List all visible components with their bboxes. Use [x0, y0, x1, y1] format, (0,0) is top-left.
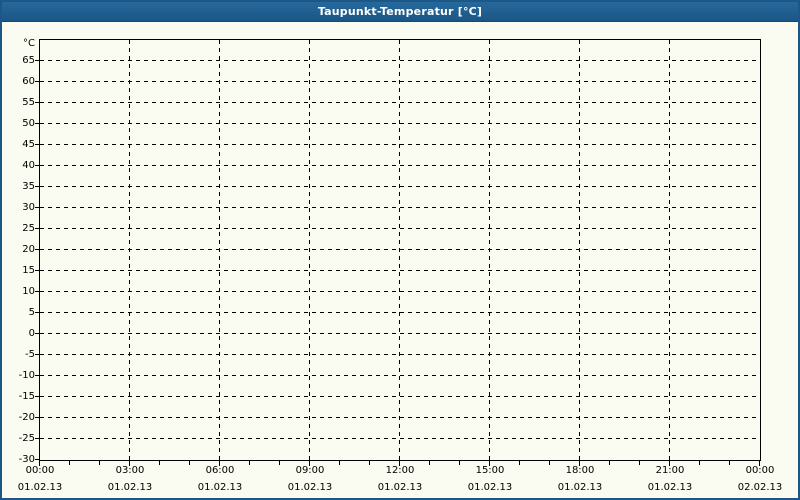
- y-grid-line: [40, 417, 760, 418]
- y-axis-tick: [35, 354, 40, 355]
- x-tick-label-time: 21:00: [655, 465, 685, 476]
- x-tick-label-time: 03:00: [115, 465, 145, 476]
- y-grid-line: [40, 312, 760, 313]
- x-tick-label-date: 02.02.13: [737, 482, 783, 493]
- y-grid-line: [40, 207, 760, 208]
- y-axis-tick: [35, 291, 40, 292]
- x-tick-label-time: 00:00: [745, 465, 775, 476]
- y-axis-tick: [35, 228, 40, 229]
- y-grid-line: [40, 270, 760, 271]
- y-grid-line: [40, 438, 760, 439]
- y-tick-label: 30: [22, 202, 35, 213]
- y-tick-label: 50: [22, 118, 35, 129]
- x-grid-line: [129, 40, 130, 460]
- y-axis-tick: [35, 459, 40, 460]
- y-axis-tick: [35, 438, 40, 439]
- y-grid-line: [40, 375, 760, 376]
- x-tick-label-time: 09:00: [295, 465, 325, 476]
- x-tick-label-time: 18:00: [565, 465, 595, 476]
- y-tick-label: 45: [22, 139, 35, 150]
- x-grid-line: [399, 40, 400, 460]
- x-grid-line: [579, 40, 580, 460]
- y-tick-label: 65: [22, 55, 35, 66]
- x-grid-line: [309, 40, 310, 460]
- y-grid-line: [40, 186, 760, 187]
- chart-window: Taupunkt-Temperatur [°C] °C -30 -25 -20 -15…: [0, 0, 800, 500]
- y-tick-label: 10: [22, 286, 35, 297]
- y-grid-line: [40, 144, 760, 145]
- y-tick-label: 55: [22, 97, 35, 108]
- y-tick-label: -10: [18, 370, 35, 381]
- y-grid-line: [40, 60, 760, 61]
- y-grid-line: [40, 228, 760, 229]
- y-grid-line: [40, 354, 760, 355]
- y-tick-label: 40: [22, 160, 35, 171]
- y-tick-label: 35: [22, 181, 35, 192]
- y-grid-line: [40, 291, 760, 292]
- y-tick-label: 15: [22, 265, 35, 276]
- x-grid-line: [489, 40, 490, 460]
- y-grid-line: [40, 123, 760, 124]
- y-tick-label: 5: [28, 307, 35, 318]
- y-tick-label: 25: [22, 223, 35, 234]
- x-tick-label-time: 00:00: [25, 465, 55, 476]
- y-tick-label: -5: [25, 349, 35, 360]
- x-tick-label-date: 01.02.13: [287, 482, 333, 493]
- y-grid-line: [40, 249, 760, 250]
- y-axis-tick: [35, 396, 40, 397]
- y-tick-label: 0: [28, 328, 35, 339]
- x-tick-label-date: 01.02.13: [467, 482, 513, 493]
- y-tick-label: -25: [18, 433, 35, 444]
- grid-layer: [40, 40, 760, 460]
- y-tick-label: 60: [22, 76, 35, 87]
- x-tick-label-time: 06:00: [205, 465, 235, 476]
- x-tick-label-time: 12:00: [385, 465, 415, 476]
- y-axis-tick: [35, 123, 40, 124]
- title-bar[interactable]: Taupunkt-Temperatur [°C]: [2, 2, 798, 22]
- y-grid-line: [40, 81, 760, 82]
- x-tick-label-date: 01.02.13: [17, 482, 63, 493]
- x-tick-label-date: 01.02.13: [197, 482, 243, 493]
- y-axis-tick: [35, 81, 40, 82]
- y-grid-line: [40, 165, 760, 166]
- y-axis-tick: [35, 375, 40, 376]
- y-axis-tick: [35, 60, 40, 61]
- y-grid-line: [40, 396, 760, 397]
- y-grid-line: [40, 333, 760, 334]
- y-axis-tick: [35, 207, 40, 208]
- chart-area: °C -30 -25 -20 -15 -10 -5 0 5 10 15 20 25 30 35 40 45 50…: [2, 22, 798, 498]
- y-tick-label: -15: [18, 391, 35, 402]
- y-axis-tick: [35, 417, 40, 418]
- window-title: Taupunkt-Temperatur [°C]: [317, 5, 483, 18]
- y-tick-label: -20: [18, 412, 35, 423]
- y-axis-tick: [35, 144, 40, 145]
- y-tick-label: 20: [22, 244, 35, 255]
- x-tick-label-date: 01.02.13: [647, 482, 693, 493]
- x-tick-label-date: 01.02.13: [557, 482, 603, 493]
- x-tick-label-time: 15:00: [475, 465, 505, 476]
- y-axis-tick: [35, 333, 40, 334]
- y-grid-line: [40, 102, 760, 103]
- y-axis-tick: [35, 312, 40, 313]
- y-axis-tick: [35, 165, 40, 166]
- x-grid-line: [219, 40, 220, 460]
- y-axis-tick: [35, 102, 40, 103]
- y-axis-tick: [35, 186, 40, 187]
- x-tick-label-date: 01.02.13: [377, 482, 423, 493]
- y-axis-tick: [35, 270, 40, 271]
- x-tick-label-date: 01.02.13: [107, 482, 153, 493]
- y-axis-tick: [35, 249, 40, 250]
- plot-area: [39, 39, 761, 461]
- x-grid-line: [669, 40, 670, 460]
- y-axis-unit-label: °C: [23, 38, 35, 49]
